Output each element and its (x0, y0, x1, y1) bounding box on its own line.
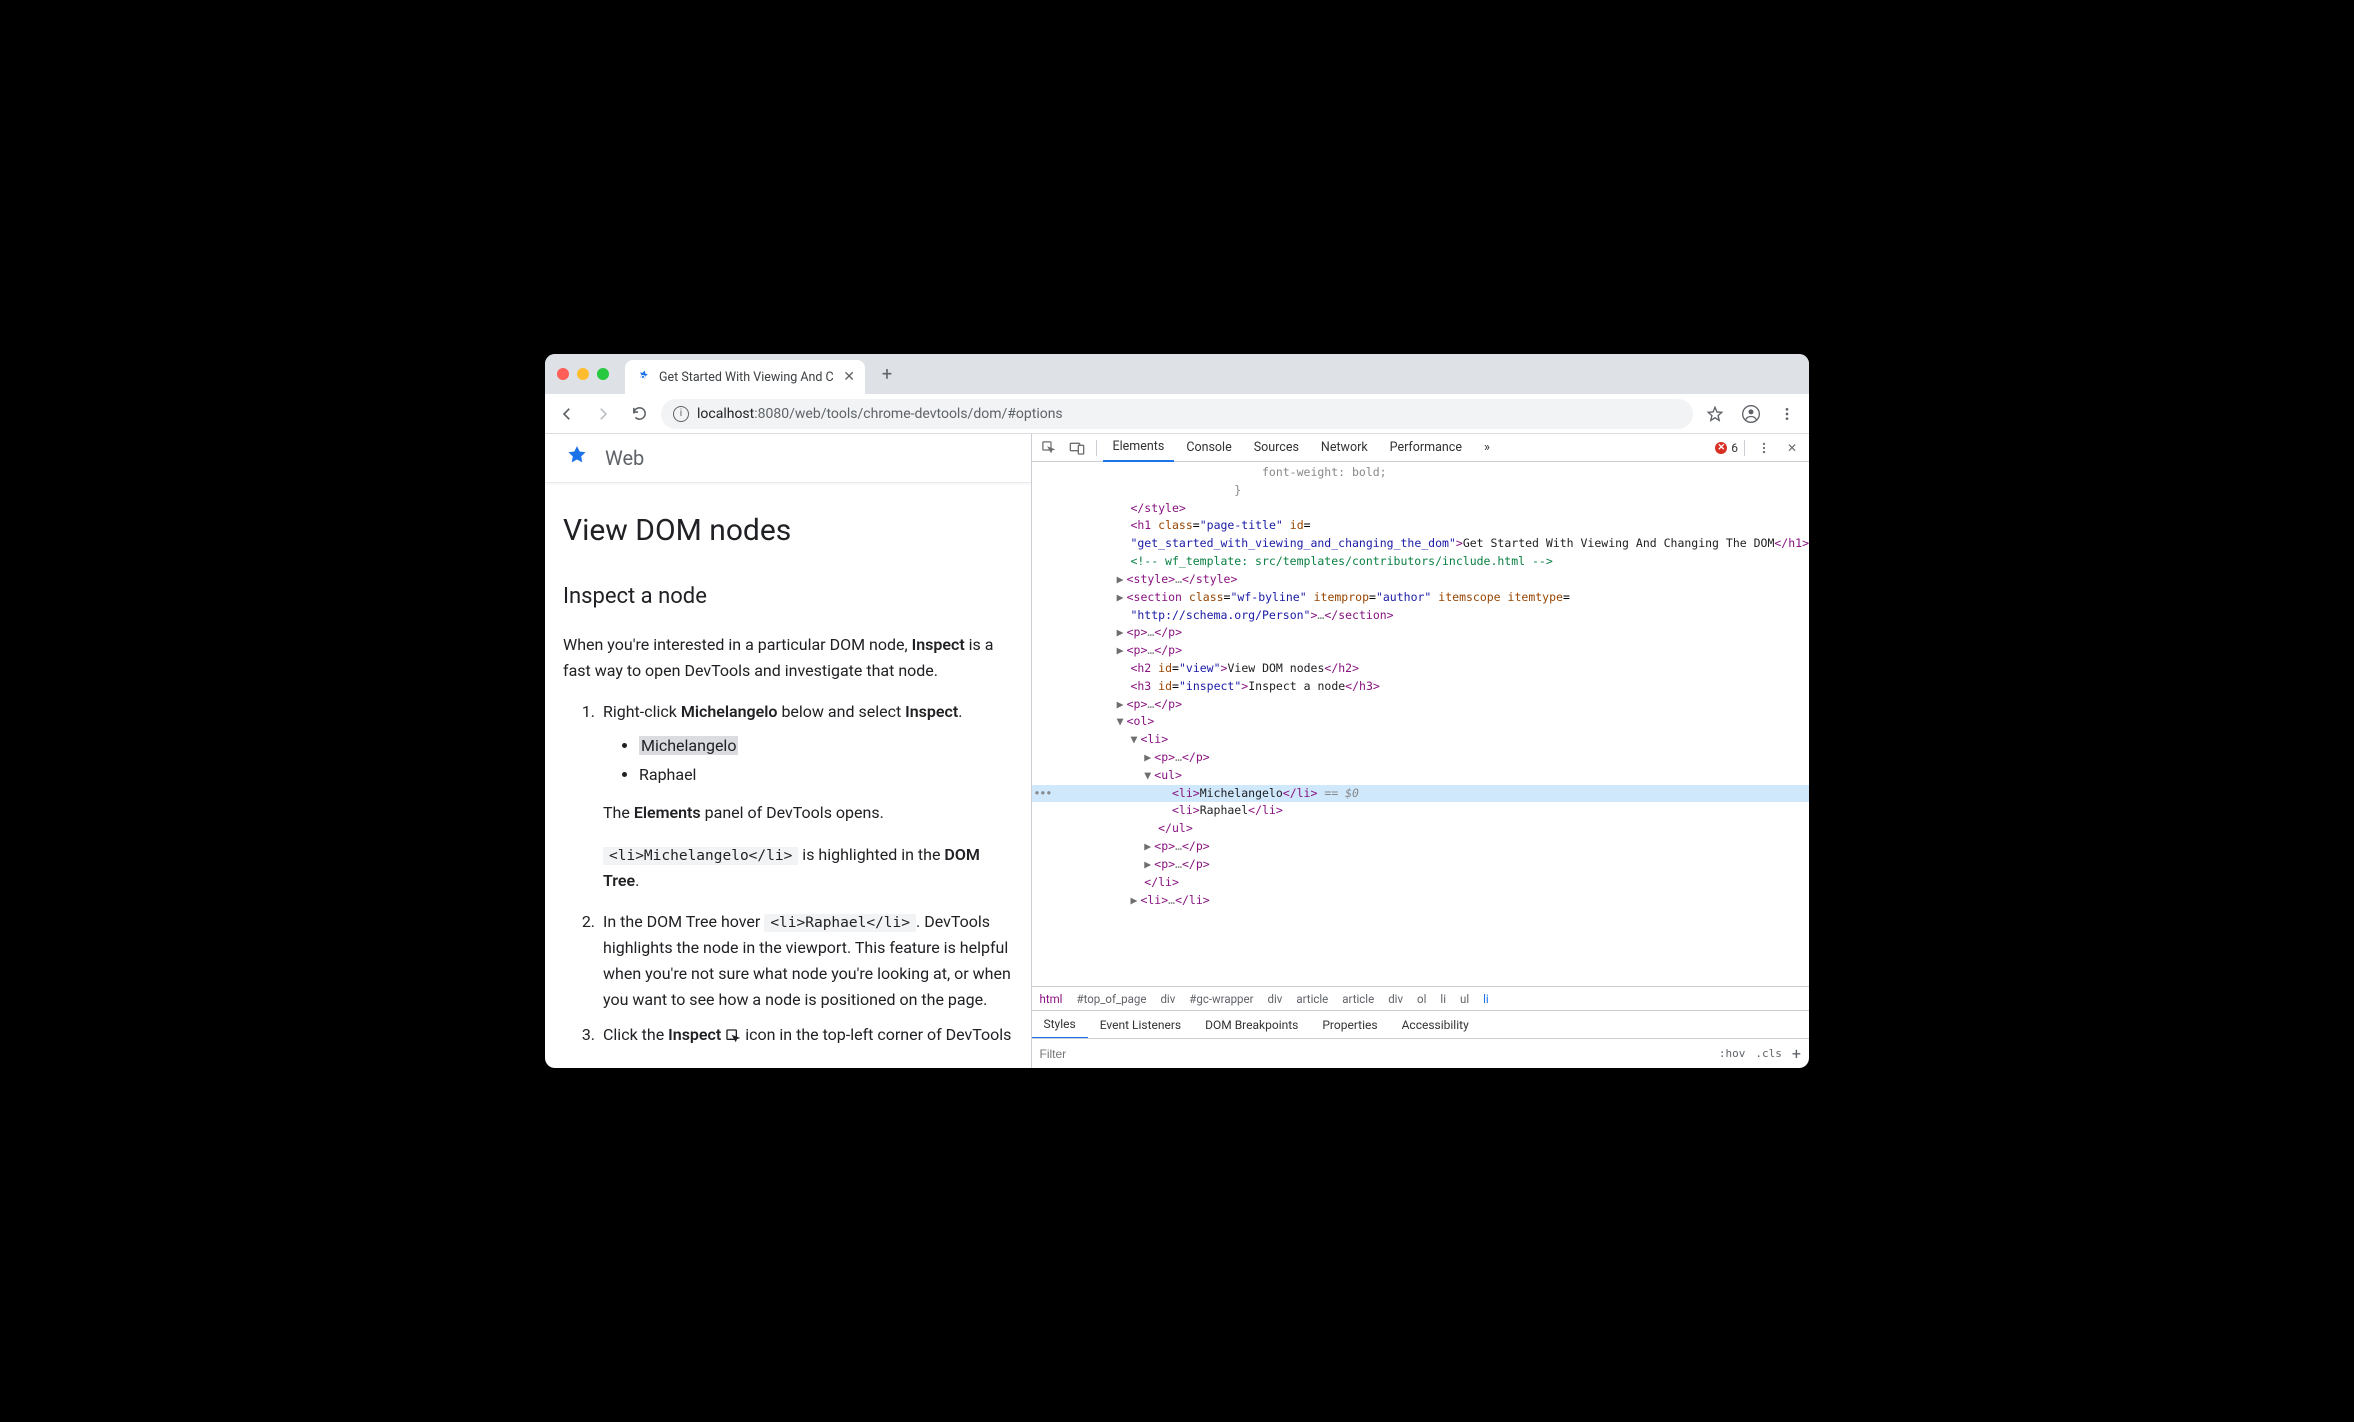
browser-window: Get Started With Viewing And C ✕ + i loc… (545, 354, 1809, 1068)
steps-list: Right-click Michelangelo below and selec… (563, 699, 1013, 1048)
inspect-icon (725, 1028, 741, 1044)
tab-properties[interactable]: Properties (1310, 1011, 1389, 1039)
content-area: Web View DOM nodes Inspect a node When y… (545, 434, 1809, 1068)
separator (1744, 440, 1745, 456)
page-h1: View DOM nodes (563, 507, 1013, 555)
page-header: Web (545, 434, 1031, 483)
styles-filter-bar: :hov .cls + (1032, 1038, 1810, 1068)
step-3: Click the Inspect icon in the top-left c… (599, 1022, 1013, 1048)
hov-toggle[interactable]: :hov (1719, 1047, 1746, 1060)
devtools-tab-bar: Elements Console Sources Network Perform… (1032, 434, 1810, 462)
reload-button[interactable] (625, 400, 653, 428)
window-maximize[interactable] (597, 368, 609, 380)
bookmark-button[interactable] (1701, 400, 1729, 428)
site-name: Web (605, 446, 644, 470)
inspect-element-icon[interactable] (1036, 435, 1062, 461)
site-logo-icon (563, 444, 591, 472)
window-minimize[interactable] (577, 368, 589, 380)
code-note: <li>Michelangelo</li> is highlighted in … (603, 842, 1013, 894)
page-h2: Inspect a node (563, 579, 1013, 614)
styles-tab-bar: Styles Event Listeners DOM Breakpoints P… (1032, 1010, 1810, 1038)
tab-styles[interactable]: Styles (1032, 1011, 1088, 1039)
menu-button[interactable] (1773, 400, 1801, 428)
elements-note: The Elements panel of DevTools opens. (603, 800, 1013, 826)
traffic-lights (557, 368, 609, 380)
tab-sources[interactable]: Sources (1244, 434, 1309, 462)
error-badge[interactable]: ✕ 6 (1715, 441, 1738, 455)
filter-input[interactable] (1040, 1047, 1709, 1061)
toolbar: i localhost:8080/web/tools/chrome-devtoo… (545, 394, 1809, 434)
cls-toggle[interactable]: .cls (1755, 1047, 1782, 1060)
web-page: Web View DOM nodes Inspect a node When y… (545, 434, 1031, 1068)
tab-title: Get Started With Viewing And C (659, 370, 835, 385)
address-bar[interactable]: i localhost:8080/web/tools/chrome-devtoo… (661, 399, 1693, 429)
profile-button[interactable] (1737, 400, 1765, 428)
list-item[interactable]: Michelangelo (639, 733, 1013, 759)
site-info-icon[interactable]: i (673, 406, 689, 422)
tab-close-icon[interactable]: ✕ (843, 369, 855, 385)
step-1: Right-click Michelangelo below and selec… (599, 699, 1013, 893)
tabs-overflow[interactable]: » (1474, 434, 1500, 462)
tab-strip: Get Started With Viewing And C ✕ + (545, 354, 1809, 394)
selected-node[interactable]: ••• <li>Michelangelo</li> == $0 (1032, 785, 1810, 803)
tab-event-listeners[interactable]: Event Listeners (1088, 1011, 1193, 1039)
devtools-panel: Elements Console Sources Network Perform… (1031, 434, 1810, 1068)
tab-performance[interactable]: Performance (1380, 434, 1472, 462)
tab-elements[interactable]: Elements (1103, 434, 1175, 462)
tab-dom-breakpoints[interactable]: DOM Breakpoints (1193, 1011, 1310, 1039)
tab-accessibility[interactable]: Accessibility (1390, 1011, 1481, 1039)
intro-paragraph: When you're interested in a particular D… (563, 632, 1013, 683)
tab-network[interactable]: Network (1311, 434, 1378, 462)
step-2: In the DOM Tree hover <li>Raphael</li>. … (599, 909, 1013, 1012)
list-item[interactable]: Raphael (639, 762, 1013, 788)
error-count: 6 (1731, 441, 1738, 455)
page-body: View DOM nodes Inspect a node When you'r… (545, 483, 1031, 1068)
tab-console[interactable]: Console (1176, 434, 1241, 462)
window-close[interactable] (557, 368, 569, 380)
error-icon: ✕ (1715, 442, 1727, 454)
favicon-icon (635, 369, 651, 385)
separator (1096, 440, 1097, 456)
devtools-menu-icon[interactable] (1751, 435, 1777, 461)
browser-tab[interactable]: Get Started With Viewing And C ✕ (625, 360, 865, 394)
url: localhost:8080/web/tools/chrome-devtools… (697, 406, 1063, 422)
device-mode-icon[interactable] (1064, 435, 1090, 461)
elements-tree[interactable]: font-weight: bold; } </style> <h1 class=… (1032, 462, 1810, 986)
new-tab-button[interactable]: + (873, 360, 901, 388)
back-button[interactable] (553, 400, 581, 428)
names-list: Michelangelo Raphael (603, 733, 1013, 788)
breadcrumb[interactable]: html #top_of_page div #gc-wrapper div ar… (1032, 986, 1810, 1010)
devtools-close-icon[interactable]: ✕ (1779, 435, 1805, 461)
forward-button[interactable] (589, 400, 617, 428)
new-style-rule-icon[interactable]: + (1792, 1044, 1801, 1063)
